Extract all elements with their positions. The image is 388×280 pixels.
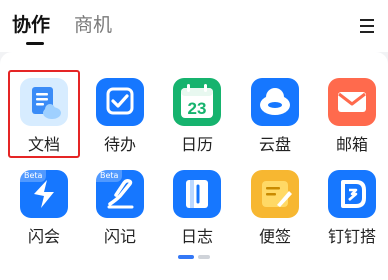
app-todo[interactable]: 待办 [81,72,159,168]
app-documents[interactable]: 文档 [5,72,83,168]
app-label: 闪记 [103,227,136,246]
calendar-icon: 23 [173,78,221,126]
flash-meeting-icon: Beta [20,170,68,218]
app-label: 邮箱 [335,135,368,154]
app-grid-card: 文档 待办 23 日历 云盘 邮箱 Beta 闪会 Beta 闪记 日志 便签 … [0,52,388,280]
app-flash-meeting[interactable]: Beta 闪会 [5,164,83,260]
app-label: 便签 [258,227,291,246]
beta-tag: Beta [20,170,47,182]
hamburger-icon[interactable] [358,18,376,34]
dingtalk-builder-icon [328,170,376,218]
top-tab-bar: 协作 商机 [0,0,388,52]
app-calendar[interactable]: 23 日历 [158,72,236,168]
app-label: 文档 [27,135,60,154]
app-label: 日志 [180,227,213,246]
app-label: 闪会 [27,227,60,246]
journal-icon [173,170,221,218]
tab-business-opportunity[interactable]: 商机 [74,12,112,38]
sticky-note-icon [251,170,299,218]
todo-check-icon [96,78,144,126]
page-dot-active [178,255,194,259]
document-cloud-icon [20,78,68,126]
calendar-day-number: 23 [188,99,207,118]
beta-tag: Beta [96,170,123,182]
app-label: 日历 [180,135,213,154]
app-flash-note[interactable]: Beta 闪记 [81,164,159,260]
app-dingtalk-builder[interactable]: 钉钉搭 [313,164,388,260]
app-cloud-drive[interactable]: 云盘 [236,72,314,168]
app-label: 云盘 [258,135,291,154]
tab-collaboration[interactable]: 协作 [12,12,50,38]
app-mail[interactable]: 邮箱 [313,72,388,168]
active-tab-indicator [26,42,44,45]
app-label: 待办 [103,135,136,154]
mail-icon [328,78,376,126]
page-dot[interactable] [198,255,210,259]
page-indicator [0,255,388,261]
app-journal[interactable]: 日志 [158,164,236,260]
flash-note-icon: Beta [96,170,144,218]
app-label: 钉钉搭 [327,227,376,246]
cloud-drive-icon [251,78,299,126]
app-sticky-note[interactable]: 便签 [236,164,314,260]
